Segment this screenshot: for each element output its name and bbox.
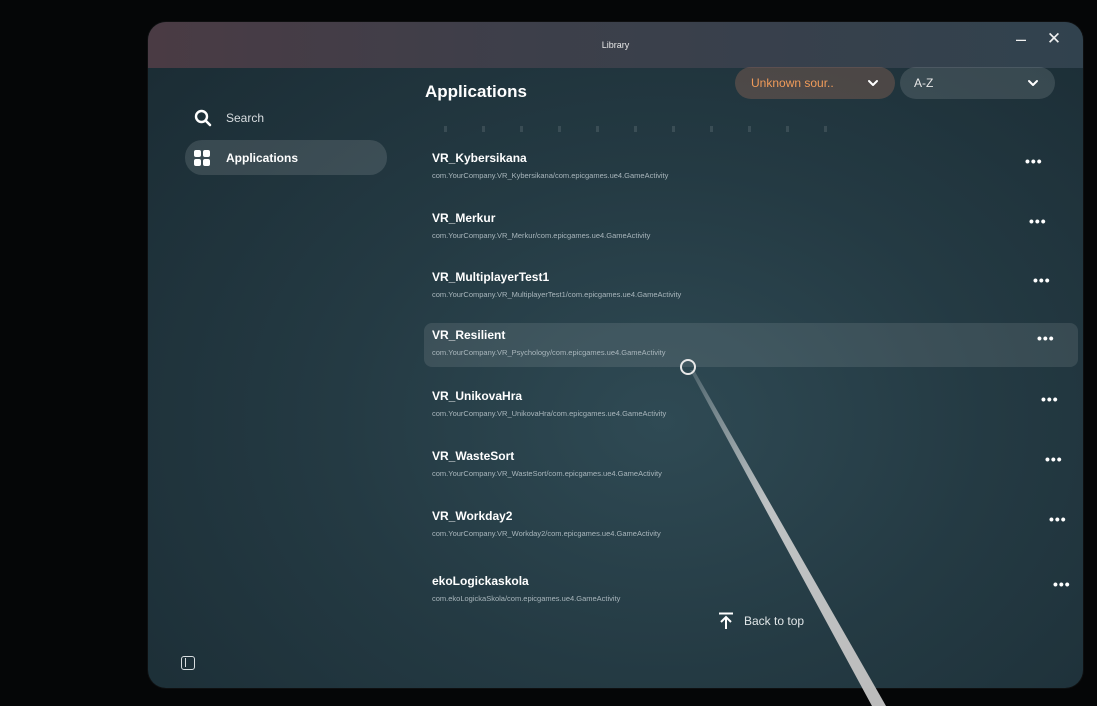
window-title: Library xyxy=(601,40,630,50)
back-to-top-label: Back to top xyxy=(744,614,805,628)
app-name: VR_Kybersikana xyxy=(432,151,527,165)
scrolled-row-remnant xyxy=(444,126,844,132)
app-name: VR_WasteSort xyxy=(432,449,515,463)
more-options-button[interactable]: ••• xyxy=(1053,576,1071,592)
list-item[interactable]: VR_UnikovaHra com.YourCompany.VR_Unikova… xyxy=(424,384,1078,428)
list-item[interactable]: ekoLogickaskola com.ekoLogickaSkola/com.… xyxy=(424,569,1078,613)
app-package: com.YourCompany.VR_WasteSort/com.epicgam… xyxy=(432,469,662,478)
source-filter-dropdown[interactable]: Unknown sour.. xyxy=(735,67,895,99)
app-name: VR_Merkur xyxy=(432,211,496,225)
sidebar-item-label: Applications xyxy=(226,150,299,165)
list-item[interactable]: VR_Workday2 com.YourCompany.VR_Workday2/… xyxy=(424,504,1078,548)
app-name: VR_Workday2 xyxy=(432,509,513,523)
list-item[interactable]: VR_Kybersikana com.YourCompany.VR_Kybers… xyxy=(424,146,1078,190)
more-options-button[interactable]: ••• xyxy=(1037,330,1055,346)
library-window: Library – ✕ Search Applications Applicat… xyxy=(148,22,1083,688)
chevron-down-icon xyxy=(868,80,878,86)
sort-value: A-Z xyxy=(914,76,934,90)
app-name: ekoLogickaskola xyxy=(432,574,529,588)
sidebar-item-label: Search xyxy=(226,111,265,125)
more-options-button[interactable]: ••• xyxy=(1025,153,1043,169)
app-package: com.ekoLogickaSkola/com.epicgames.ue4.Ga… xyxy=(432,594,621,603)
list-item[interactable]: VR_WasteSort com.YourCompany.VR_WasteSor… xyxy=(424,444,1078,488)
more-options-button[interactable]: ••• xyxy=(1049,511,1067,527)
more-options-button[interactable]: ••• xyxy=(1045,451,1063,467)
app-package: com.YourCompany.VR_Psychology/com.epicga… xyxy=(432,348,666,357)
list-item[interactable]: VR_Resilient com.YourCompany.VR_Psycholo… xyxy=(424,323,1078,367)
app-name: VR_UnikovaHra xyxy=(432,389,523,403)
sidebar-item-applications[interactable]: Applications xyxy=(185,140,387,175)
source-filter-value: Unknown sour.. xyxy=(751,76,834,90)
arrow-up-icon xyxy=(719,612,733,629)
app-package: com.YourCompany.VR_MultiplayerTest1/com.… xyxy=(432,290,682,299)
app-name: VR_MultiplayerTest1 xyxy=(432,270,550,284)
title-bar[interactable]: Library – ✕ xyxy=(148,22,1083,68)
app-name: VR_Resilient xyxy=(432,328,506,342)
app-package: com.YourCompany.VR_Workday2/com.epicgame… xyxy=(432,529,661,538)
chevron-down-icon xyxy=(1028,80,1038,86)
close-button[interactable]: ✕ xyxy=(1043,28,1065,50)
more-options-button[interactable]: ••• xyxy=(1041,391,1059,407)
list-item[interactable]: VR_Merkur com.YourCompany.VR_Merkur/com.… xyxy=(424,206,1078,250)
page-title: Applications xyxy=(425,82,528,101)
more-options-button[interactable]: ••• xyxy=(1029,213,1047,229)
sidebar: Search Applications xyxy=(148,68,398,688)
back-to-top-button[interactable]: Back to top xyxy=(718,612,804,630)
minimize-button[interactable]: – xyxy=(1010,28,1032,50)
app-package: com.YourCompany.VR_Merkur/com.epicgames.… xyxy=(432,231,651,240)
grid-icon xyxy=(194,149,210,166)
more-options-button[interactable]: ••• xyxy=(1033,272,1051,288)
sidebar-toggle-icon[interactable] xyxy=(181,656,195,670)
list-item[interactable]: VR_MultiplayerTest1 com.YourCompany.VR_M… xyxy=(424,265,1078,309)
sort-dropdown[interactable]: A-Z xyxy=(900,67,1055,99)
sidebar-item-search[interactable]: Search xyxy=(194,106,264,130)
app-package: com.YourCompany.VR_Kybersikana/com.epicg… xyxy=(432,171,669,180)
search-icon xyxy=(194,109,212,127)
app-package: com.YourCompany.VR_UnikovaHra/com.epicga… xyxy=(432,409,667,418)
